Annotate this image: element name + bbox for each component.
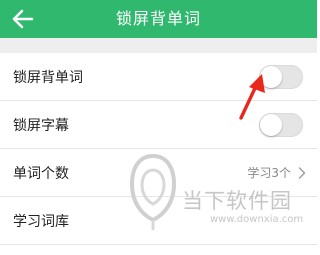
- lockscreen-words-toggle[interactable]: [259, 65, 303, 89]
- setting-row-vocabulary[interactable]: 学习词库: [0, 197, 317, 245]
- toggle-knob: [260, 114, 282, 136]
- toggle-knob: [260, 66, 282, 88]
- setting-label: 锁屏背单词: [13, 69, 83, 86]
- chevron-right-icon: [298, 167, 306, 179]
- setting-label: 单词个数: [13, 165, 69, 182]
- word-count-value: 学习3个: [247, 166, 291, 180]
- setting-label: 锁屏字幕: [13, 117, 69, 134]
- setting-row-lockscreen-subtitle: 锁屏字幕: [0, 101, 317, 149]
- setting-label: 学习词库: [13, 213, 69, 230]
- settings-list: 锁屏背单词 锁屏字幕 单词个数 学习3个 学习词库: [0, 53, 317, 245]
- section-gap: [0, 38, 317, 53]
- page-title: 锁屏背单词: [115, 9, 201, 28]
- lockscreen-subtitle-toggle[interactable]: [259, 113, 303, 137]
- top-bar: 锁屏背单词: [0, 0, 317, 38]
- setting-row-word-count[interactable]: 单词个数 学习3个: [0, 149, 317, 197]
- setting-row-lockscreen-words: 锁屏背单词: [0, 53, 317, 101]
